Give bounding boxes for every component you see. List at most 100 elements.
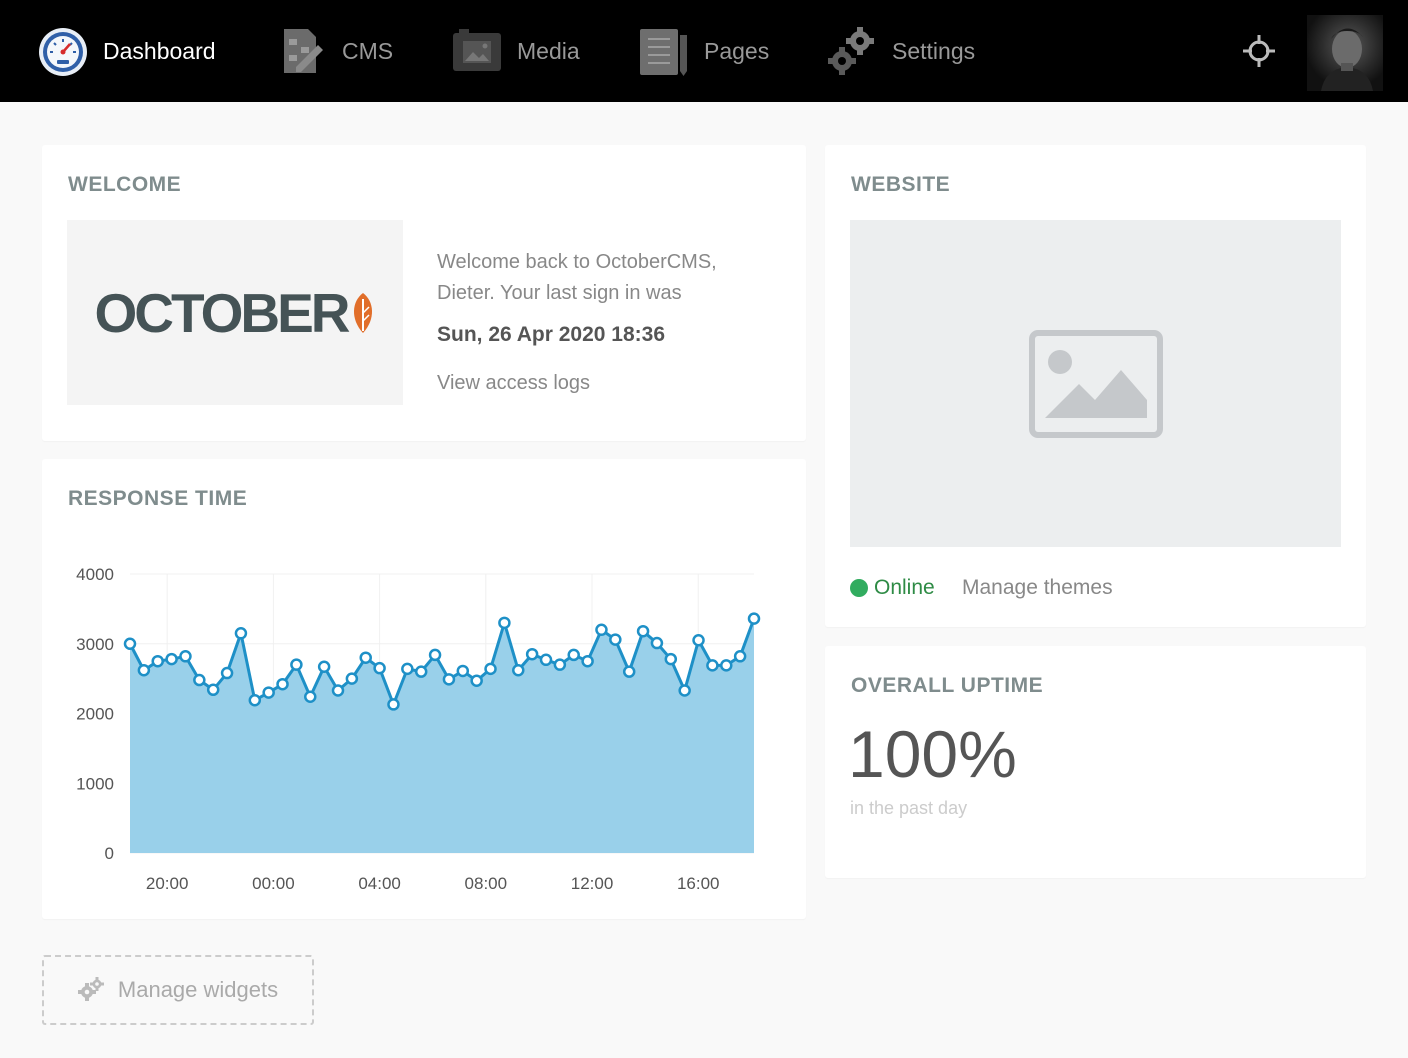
uptime-subtitle: in the past day (850, 798, 968, 818)
data-point (484, 662, 497, 676)
x-tick-label: 08:00 (465, 874, 508, 893)
data-point (456, 664, 470, 678)
website-preview[interactable] (850, 220, 1341, 547)
settings-gears-icon (826, 25, 878, 77)
data-point (359, 651, 372, 664)
data-point (636, 624, 650, 638)
data-point (622, 665, 636, 678)
data-point (581, 654, 594, 668)
data-point (373, 661, 386, 675)
user-avatar[interactable] (1307, 15, 1383, 91)
response-time-widget: Response time 4000 3000 2000 1000 0 20:00 00:0… (42, 459, 806, 919)
welcome-title: Welcome (68, 173, 182, 196)
media-icon (451, 25, 503, 77)
welcome-widget: Welcome OCTOBER Welcome back to OctoberC… (42, 145, 806, 441)
x-tick-label: 20:00 (146, 874, 189, 893)
data-point (248, 693, 262, 707)
data-point (650, 636, 664, 650)
y-tick-label: 3000 (76, 635, 114, 654)
data-point (470, 674, 483, 687)
nav-label-pages: Pages (704, 37, 770, 64)
data-point (706, 659, 719, 672)
y-tick-label: 1000 (76, 774, 114, 793)
data-point (276, 677, 289, 691)
data-point (539, 653, 553, 667)
data-point (512, 664, 525, 677)
data-point (525, 647, 539, 661)
y-tick-label: 4000 (76, 565, 114, 584)
uptime-title: Overall uptime (851, 674, 1044, 697)
data-point (401, 662, 414, 676)
data-point (317, 660, 331, 674)
data-point (595, 623, 608, 637)
data-point (720, 659, 733, 672)
data-point (304, 690, 317, 704)
data-point (498, 616, 511, 630)
october-logo: OCTOBER (67, 220, 403, 405)
leaf-icon (353, 292, 372, 333)
data-point (567, 648, 580, 662)
manage-themes-link[interactable]: Manage themes (962, 576, 1113, 600)
data-point (137, 664, 151, 677)
data-point (165, 652, 178, 666)
data-point (220, 666, 234, 680)
website-widget: Website Online Manage themes (825, 145, 1366, 627)
data-point (664, 652, 678, 666)
overall-uptime-widget: Overall uptime 100% in the past day (825, 646, 1366, 878)
nav-label-settings: Settings (892, 37, 976, 64)
data-point (179, 650, 192, 663)
nav-label-media: Media (517, 37, 580, 64)
data-point (428, 648, 442, 662)
response-time-chart: 4000 3000 2000 1000 0 20:00 00:00 04:00 08:00 12:… (76, 565, 761, 893)
dashboard-gauge-icon (37, 25, 89, 77)
welcome-message: Welcome back to OctoberCMS, Dieter. Your… (437, 251, 717, 304)
logo-text: OCTOBER (94, 281, 350, 344)
data-point (414, 665, 428, 678)
nav-label-dashboard: Dashboard (103, 37, 216, 64)
data-point (262, 686, 275, 699)
uptime-value: 100% (848, 717, 1017, 791)
image-placeholder-icon (1028, 329, 1163, 438)
nav-item-settings[interactable]: Settings (826, 0, 975, 102)
data-point (206, 683, 220, 697)
crosshair-icon[interactable] (1240, 32, 1278, 70)
response-time-area (130, 618, 754, 853)
data-point (678, 684, 691, 697)
data-point (609, 633, 622, 646)
nav-item-cms[interactable]: CMS (276, 0, 393, 102)
data-point (123, 637, 137, 650)
data-point (733, 650, 747, 663)
cms-icon (276, 25, 328, 77)
nav-label-cms: CMS (342, 37, 394, 64)
nav-item-pages[interactable]: Pages (638, 0, 769, 102)
x-tick-label: 12:00 (571, 874, 614, 893)
data-point (692, 634, 705, 647)
data-point (151, 654, 164, 668)
data-point (345, 672, 359, 685)
view-access-logs-link[interactable]: View access logs (437, 372, 590, 395)
x-tick-label: 00:00 (252, 874, 295, 893)
data-point (387, 698, 400, 711)
online-status-dot (850, 579, 868, 597)
last-sign-in-date: Sun, 26 Apr 2020 18:36 (437, 323, 666, 346)
y-tick-label: 2000 (76, 705, 114, 724)
manage-widgets-button[interactable]: Manage widgets (42, 955, 314, 1025)
manage-widgets-label: Manage widgets (117, 977, 279, 1002)
gears-icon (77, 977, 104, 1001)
data-point (747, 612, 761, 625)
x-tick-label: 04:00 (358, 874, 401, 893)
data-point (442, 673, 456, 686)
data-point (290, 658, 303, 671)
data-point (234, 627, 248, 640)
y-tick-label: 0 (105, 844, 114, 863)
website-title: Website (851, 173, 951, 196)
pages-icon (638, 25, 690, 77)
online-status: Online (874, 576, 935, 599)
data-point (193, 673, 206, 687)
top-navigation: Dashboard CMS Media Pages Settings (0, 0, 1408, 102)
data-point (553, 658, 567, 671)
x-tick-label: 16:00 (677, 874, 720, 893)
nav-item-media[interactable]: Media (451, 0, 580, 102)
data-point (331, 684, 345, 697)
nav-item-dashboard[interactable]: Dashboard (37, 0, 216, 102)
